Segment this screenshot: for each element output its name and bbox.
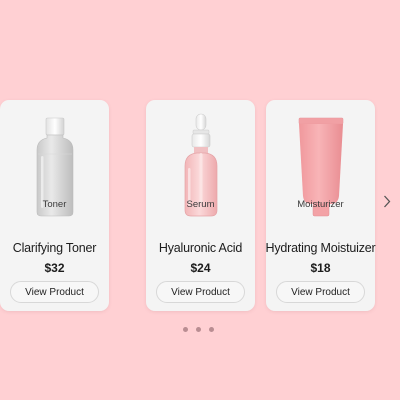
pagination-dots [183,327,214,332]
view-product-button[interactable]: View Product [276,281,365,303]
view-product-button[interactable]: View Product [10,281,99,303]
product-price: $18 [310,261,331,275]
product-name: Hyaluronic Acid [158,241,243,255]
pagination-dot[interactable] [183,327,188,332]
carousel-next-button[interactable] [377,190,397,212]
chevron-right-icon [384,195,391,207]
product-card[interactable]: Moisturizer Hydrating Moistuizer $18 Vie… [266,100,376,311]
product-name: Clarifying Toner [12,241,97,255]
product-name: Hydrating Moistuizer [265,241,376,255]
pagination-dot[interactable] [209,327,214,332]
product-card[interactable]: Serum Hyaluronic Acid $24 View Product [146,100,255,311]
view-product-button[interactable]: View Product [156,281,245,303]
product-price: $24 [190,261,211,275]
product-category: Serum [186,199,215,210]
product-category: Toner [42,199,67,210]
product-category: Moisturizer [297,199,344,210]
product-price: $32 [44,261,65,275]
product-carousel: Serum Hyaluronic Acid $24 View Product M… [0,0,400,400]
pagination-dot[interactable] [196,327,201,332]
product-card[interactable]: Toner Clarifying Toner $32 View Product [0,100,109,311]
